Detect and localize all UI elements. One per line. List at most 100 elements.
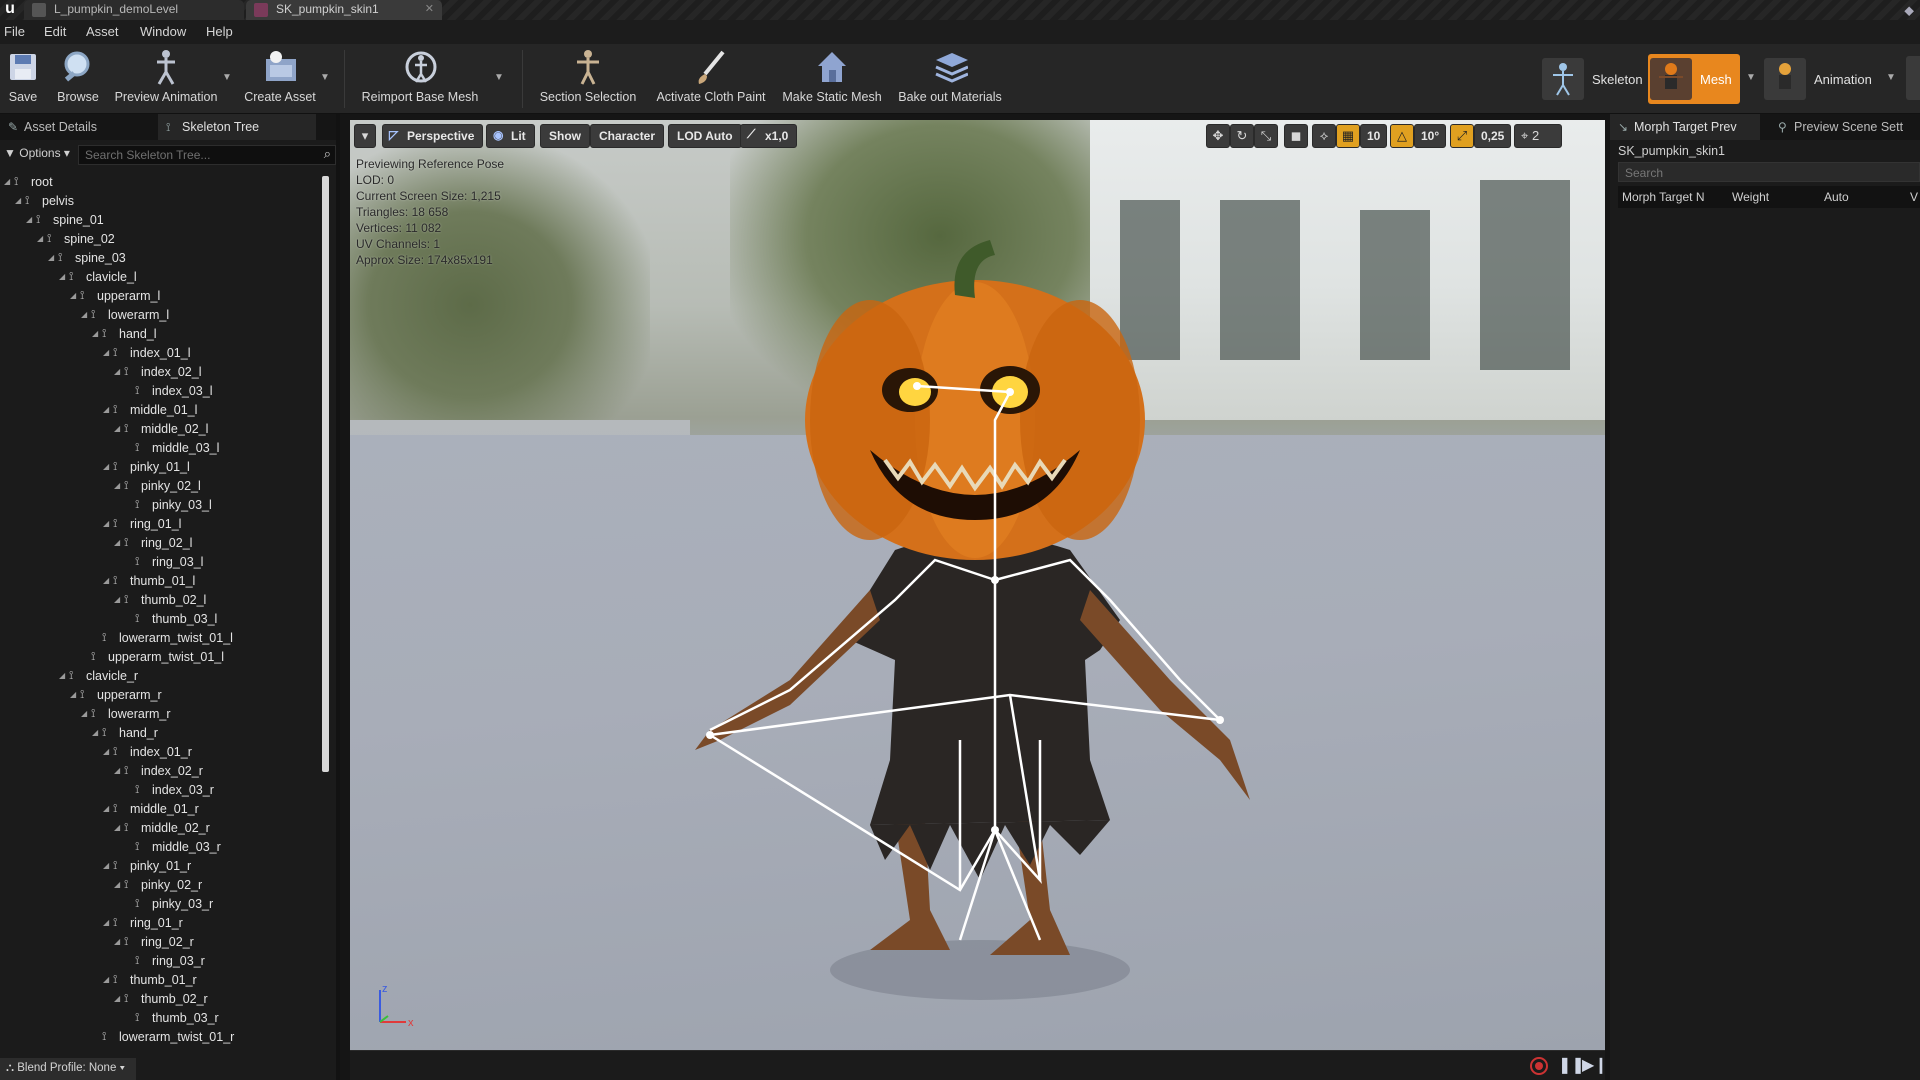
- tab-morph-target-preview[interactable]: ↘ Morph Target Prev: [1610, 114, 1760, 140]
- bone-row[interactable]: ◢ ⟟ index_01_l: [103, 343, 190, 362]
- menu-help[interactable]: Help: [206, 24, 233, 39]
- blend-profile-button[interactable]: ⛬ Blend Profile: None ▾: [0, 1058, 136, 1080]
- scale-snap-icon[interactable]: ⤢: [1450, 124, 1474, 148]
- expand-arrow-icon[interactable]: ◢: [103, 918, 113, 927]
- expand-arrow-icon[interactable]: ◢: [103, 462, 113, 471]
- rotate-icon[interactable]: ↻: [1230, 124, 1254, 148]
- bone-row[interactable]: ◢ ⟟ ring_01_l: [103, 514, 181, 533]
- bone-row[interactable]: ◢ ⟟ pinky_01_l: [103, 457, 190, 476]
- bone-row[interactable]: ◢ ⟟ upperarm_r: [70, 685, 162, 704]
- bone-row[interactable]: ⟟ middle_03_r: [125, 837, 221, 856]
- expand-arrow-icon[interactable]: ◢: [4, 177, 14, 186]
- expand-arrow-icon[interactable]: ◢: [70, 690, 80, 699]
- show-button[interactable]: Show: [540, 124, 590, 148]
- bone-row[interactable]: ◢ ⟟ thumb_02_l: [114, 590, 206, 609]
- bone-row[interactable]: ⟟ pinky_03_l: [125, 495, 212, 514]
- menu-file[interactable]: File: [4, 24, 25, 39]
- expand-arrow-icon[interactable]: ◢: [114, 766, 124, 775]
- expand-arrow-icon[interactable]: ◢: [48, 253, 58, 262]
- translate-icon[interactable]: ✥: [1206, 124, 1230, 148]
- scale-snap-value[interactable]: 0,25: [1474, 124, 1512, 148]
- lod-button[interactable]: LOD Auto: [668, 124, 742, 148]
- bone-row[interactable]: ◢ ⟟ ring_01_r: [103, 913, 183, 932]
- bone-row[interactable]: ◢ ⟟ clavicle_r: [59, 666, 138, 685]
- bone-row[interactable]: ◢ ⟟ index_01_r: [103, 742, 192, 761]
- bone-row[interactable]: ⟟ upperarm_twist_01_l: [81, 647, 224, 666]
- viewport-options-button[interactable]: ▾: [354, 124, 376, 148]
- expand-arrow-icon[interactable]: ◢: [114, 823, 124, 832]
- preview-animation-button[interactable]: Preview Animation: [112, 48, 220, 110]
- skeleton-search-input[interactable]: Search Skeleton Tree... ⌕: [78, 145, 336, 165]
- pause-icon[interactable]: ❚❚: [1558, 1055, 1585, 1075]
- animation-mode-button[interactable]: Animation: [1764, 54, 1872, 104]
- rotation-snap-value[interactable]: 10°: [1414, 124, 1447, 148]
- bone-row[interactable]: ⟟ thumb_03_l: [125, 609, 217, 628]
- tab-preview-scene-settings[interactable]: ⚲ Preview Scene Sett: [1770, 114, 1920, 140]
- bone-row[interactable]: ◢ ⟟ pinky_02_l: [114, 476, 201, 495]
- bone-row[interactable]: ⟟ lowerarm_twist_01_r: [92, 1027, 234, 1046]
- character-button[interactable]: Character: [590, 124, 665, 148]
- bone-row[interactable]: ◢ ⟟ thumb_01_l: [103, 571, 195, 590]
- expand-arrow-icon[interactable]: ◢: [92, 728, 102, 737]
- grid-snap-icon[interactable]: ▦: [1336, 124, 1360, 148]
- menu-asset[interactable]: Asset: [86, 24, 119, 39]
- tab-skeletal-mesh[interactable]: SK_pumpkin_skin1 ✕: [246, 0, 442, 20]
- bone-row[interactable]: ◢ ⟟ middle_02_r: [114, 818, 210, 837]
- expand-arrow-icon[interactable]: ◢: [114, 424, 124, 433]
- expand-arrow-icon[interactable]: ◢: [114, 367, 124, 376]
- notification-icon[interactable]: ⬥: [1904, 2, 1914, 19]
- expand-arrow-icon[interactable]: ◢: [114, 994, 124, 1003]
- col-weight[interactable]: Weight: [1732, 190, 1769, 204]
- menu-window[interactable]: Window: [140, 24, 186, 39]
- mesh-mode-dropdown-icon[interactable]: ▼: [1746, 72, 1756, 83]
- expand-arrow-icon[interactable]: ◢: [37, 234, 47, 243]
- tab-asset-details[interactable]: ✎ Asset Details: [0, 114, 156, 140]
- extra-mode-button[interactable]: [1906, 56, 1920, 100]
- rotation-snap-icon[interactable]: △: [1390, 124, 1414, 148]
- bone-row[interactable]: ◢ ⟟ ring_02_l: [114, 533, 192, 552]
- bone-row[interactable]: ◢ ⟟ middle_01_r: [103, 799, 199, 818]
- bone-row[interactable]: ◢ ⟟ pinky_01_r: [103, 856, 191, 875]
- bone-row[interactable]: ◢ ⟟ thumb_02_r: [114, 989, 208, 1008]
- bone-row[interactable]: ◢ ⟟ spine_01: [26, 210, 104, 229]
- bone-row[interactable]: ⟟ index_03_l: [125, 381, 212, 400]
- bone-row[interactable]: ⟟ pinky_03_r: [125, 894, 213, 913]
- bone-row[interactable]: ◢ ⟟ hand_r: [92, 723, 158, 742]
- expand-arrow-icon[interactable]: ◢: [103, 405, 113, 414]
- expand-arrow-icon[interactable]: ◢: [59, 272, 69, 281]
- expand-arrow-icon[interactable]: ◢: [59, 671, 69, 680]
- bone-row[interactable]: ⟟ index_03_r: [125, 780, 214, 799]
- bone-row[interactable]: ◢ ⟟ thumb_01_r: [103, 970, 197, 989]
- bone-row[interactable]: ◢ ⟟ ring_02_r: [114, 932, 194, 951]
- col-auto[interactable]: Auto: [1824, 190, 1849, 204]
- create-asset-button[interactable]: Create Asset: [244, 48, 316, 110]
- bone-row[interactable]: ◢ ⟟ spine_02: [37, 229, 115, 248]
- skeleton-mode-button[interactable]: Skeleton: [1542, 54, 1643, 104]
- expand-arrow-icon[interactable]: ◢: [103, 348, 113, 357]
- bone-row[interactable]: ⟟ middle_03_l: [125, 438, 219, 457]
- morph-search-input[interactable]: Search: [1618, 162, 1920, 182]
- expand-arrow-icon[interactable]: ◢: [70, 291, 80, 300]
- surface-snap-icon[interactable]: ⟡: [1312, 124, 1336, 148]
- expand-arrow-icon[interactable]: ◢: [114, 481, 124, 490]
- perspective-button[interactable]: ◸ Perspective: [382, 124, 484, 148]
- activate-cloth-paint-button[interactable]: Activate Cloth Paint: [652, 48, 770, 110]
- preview-animation-dropdown-icon[interactable]: ▼: [222, 72, 232, 83]
- expand-arrow-icon[interactable]: ◢: [26, 215, 36, 224]
- panel-splitter[interactable]: [336, 114, 340, 1080]
- expand-arrow-icon[interactable]: ◢: [114, 538, 124, 547]
- expand-arrow-icon[interactable]: ◢: [81, 310, 91, 319]
- bone-row[interactable]: ◢ ⟟ clavicle_l: [59, 267, 137, 286]
- tree-scrollbar[interactable]: [322, 176, 329, 772]
- preview-viewport[interactable]: ▾ ◸ Perspective ◉ Lit Show Character LOD…: [350, 120, 1605, 1050]
- scale-icon[interactable]: ⤡: [1254, 124, 1278, 148]
- bone-row[interactable]: ⟟ ring_03_r: [125, 951, 205, 970]
- bake-out-materials-button[interactable]: Bake out Materials: [896, 48, 1004, 110]
- expand-arrow-icon[interactable]: ◢: [103, 861, 113, 870]
- pumpkin-character[interactable]: [350, 120, 1605, 1050]
- expand-arrow-icon[interactable]: ◢: [81, 709, 91, 718]
- bone-row[interactable]: ◢ ⟟ index_02_l: [114, 362, 201, 381]
- unreal-logo-icon[interactable]: u: [0, 0, 20, 20]
- expand-arrow-icon[interactable]: ◢: [103, 747, 113, 756]
- expand-arrow-icon[interactable]: ◢: [15, 196, 25, 205]
